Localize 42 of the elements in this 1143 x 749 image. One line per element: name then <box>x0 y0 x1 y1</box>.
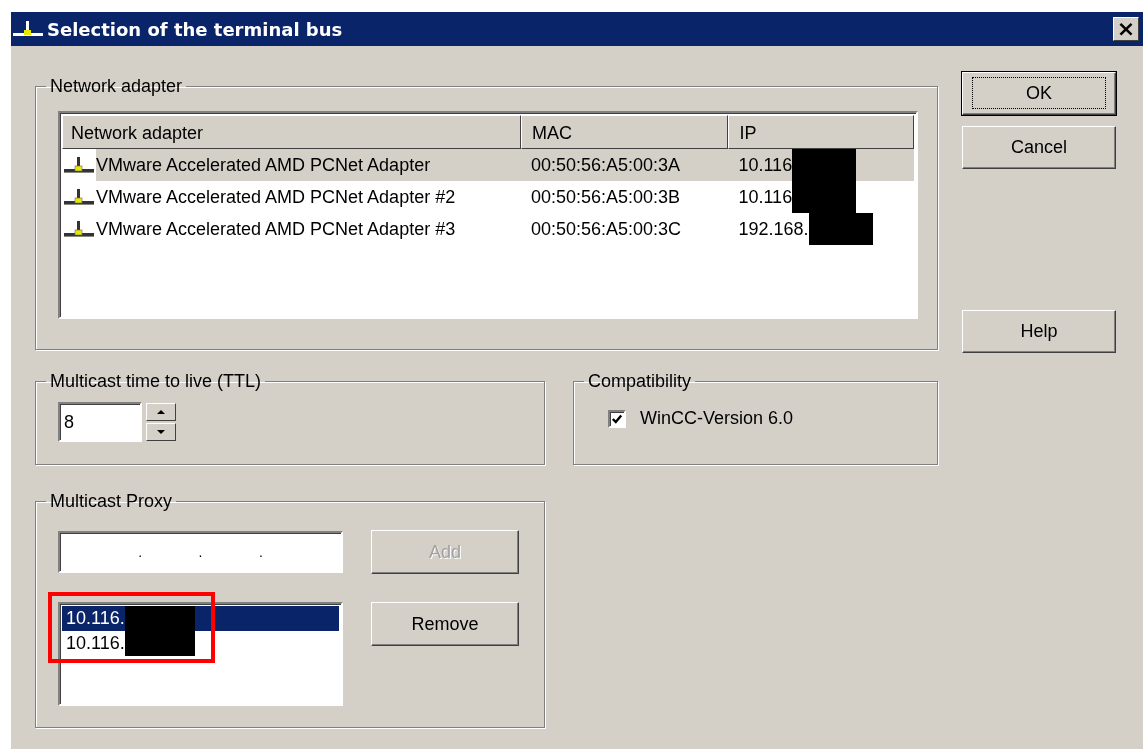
mac-address: 00:50:56:A5:00:3A <box>530 154 680 176</box>
network-bus-icon <box>62 219 96 239</box>
checkbox-label[interactable]: WinCC-Version 6.0 <box>640 408 794 429</box>
adapter-row[interactable]: VMware Accelerated AMD PCNet Adapter #2 00:50:56:A5:00:3B 10.116 <box>62 181 914 213</box>
checkbox[interactable] <box>608 409 626 428</box>
column-header[interactable]: MAC <box>520 115 729 149</box>
close-button[interactable]: × <box>1113 17 1139 41</box>
ttl-field[interactable]: 8 <box>58 402 142 442</box>
mac-address: 00:50:56:A5:00:3B <box>530 186 680 208</box>
adapter-name: VMware Accelerated AMD PCNet Adapter #3 <box>96 218 456 241</box>
window-title: Selection of the terminal bus <box>47 18 344 40</box>
group-label: Multicast Proxy <box>49 490 174 512</box>
group-label: Multicast time to live (TTL) <box>49 370 263 392</box>
ip-address: 10.116. <box>66 633 125 653</box>
ip-address: 10.116 <box>738 186 793 207</box>
ip-address: 10.116 <box>738 154 793 175</box>
remove-button[interactable]: Remove <box>371 602 519 646</box>
dialog-button[interactable]: Cancel <box>962 126 1116 169</box>
adapter-row[interactable]: VMware Accelerated AMD PCNet Adapter #3 00:50:56:A5:00:3C 192.168. <box>62 213 914 245</box>
adapter-name: VMware Accelerated AMD PCNet Adapter <box>96 149 431 181</box>
adapter-name: VMware Accelerated AMD PCNet Adapter #2 <box>96 186 456 209</box>
dialog-button[interactable]: OK <box>962 72 1116 115</box>
down-arrow-icon <box>157 430 165 434</box>
network-bus-icon <box>62 155 96 175</box>
group-label: Compatibility <box>587 370 693 392</box>
ip-address-field[interactable]: . . . <box>58 531 343 573</box>
up-arrow-icon <box>157 410 165 414</box>
column-header[interactable]: IP <box>728 115 914 149</box>
dialog-button[interactable]: Help <box>962 310 1116 353</box>
group-label: Network adapter <box>49 75 184 97</box>
check-icon <box>611 412 623 425</box>
network-bus-icon <box>11 19 45 39</box>
spin-down-button[interactable] <box>146 423 176 441</box>
proxy-list-item[interactable]: 10.116. <box>62 606 339 631</box>
network-bus-icon <box>62 187 96 207</box>
ip-address: 10.116. <box>66 608 125 628</box>
proxy-list-item[interactable]: 10.116. <box>62 631 339 656</box>
mac-address: 00:50:56:A5:00:3C <box>530 218 681 240</box>
column-header[interactable]: Network adapter <box>62 115 521 149</box>
ip-address: 192.168. <box>738 218 809 239</box>
spin-up-button[interactable] <box>146 403 176 421</box>
adapter-row[interactable]: VMware Accelerated AMD PCNet Adapter 00:50:56:A5:00:3A 10.116 <box>62 149 914 181</box>
